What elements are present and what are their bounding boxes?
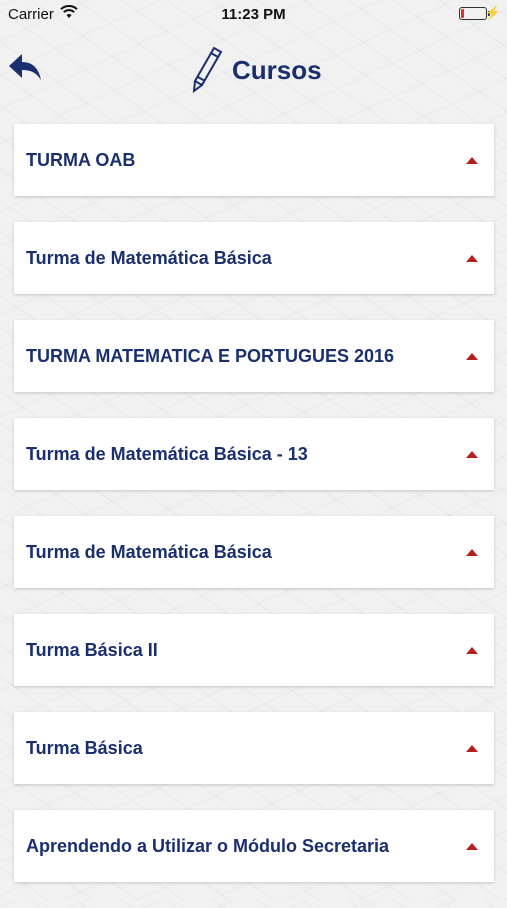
caret-up-icon <box>466 842 478 850</box>
caret-up-icon <box>466 254 478 262</box>
caret-up-icon <box>466 450 478 458</box>
caret-up-icon <box>466 352 478 360</box>
course-label: Turma Básica II <box>26 639 158 660</box>
back-button[interactable] <box>8 52 44 84</box>
page-title: Cursos <box>232 54 322 85</box>
course-item[interactable]: Turma de Matemática Básica - 13 <box>14 418 494 490</box>
header: Cursos <box>0 28 507 110</box>
course-label: Turma de Matemática Básica <box>26 541 272 562</box>
course-item[interactable]: TURMA OAB <box>14 124 494 196</box>
course-label: Turma de Matemática Básica <box>26 247 272 268</box>
back-arrow-icon <box>9 54 41 80</box>
charging-bolt-icon: ⚡ <box>484 5 501 20</box>
title-group: Cursos <box>190 42 322 98</box>
course-label: Aprendendo a Utilizar o Módulo Secretari… <box>26 835 390 856</box>
course-label: Turma Básica <box>26 737 143 758</box>
course-item[interactable]: Aprendendo a Utilizar o Módulo Secretari… <box>14 810 494 882</box>
course-label: TURMA OAB <box>26 149 136 170</box>
course-item[interactable]: TURMA MATEMATICA E PORTUGUES 2016 <box>14 320 494 392</box>
caret-up-icon <box>466 744 478 752</box>
caret-up-icon <box>466 548 478 556</box>
status-bar: Carrier 11:23 PM ⚡ <box>0 0 507 28</box>
course-item[interactable]: Turma de Matemática Básica <box>14 516 494 588</box>
course-label: Turma de Matemática Básica - 13 <box>26 443 308 464</box>
course-item[interactable]: Turma Básica <box>14 712 494 784</box>
status-time: 11:23 PM <box>221 6 286 23</box>
course-label: TURMA MATEMATICA E PORTUGUES 2016 <box>26 345 395 366</box>
battery-level <box>461 9 464 18</box>
course-list: TURMA OAB Turma de Matemática Básica TUR… <box>14 124 494 908</box>
caret-up-icon <box>466 156 478 164</box>
caret-up-icon <box>466 646 478 654</box>
course-item[interactable]: Turma Básica II <box>14 614 494 686</box>
battery-icon <box>459 7 490 20</box>
course-item[interactable]: Turma de Matemática Básica <box>14 222 494 294</box>
pencil-icon <box>192 46 223 94</box>
